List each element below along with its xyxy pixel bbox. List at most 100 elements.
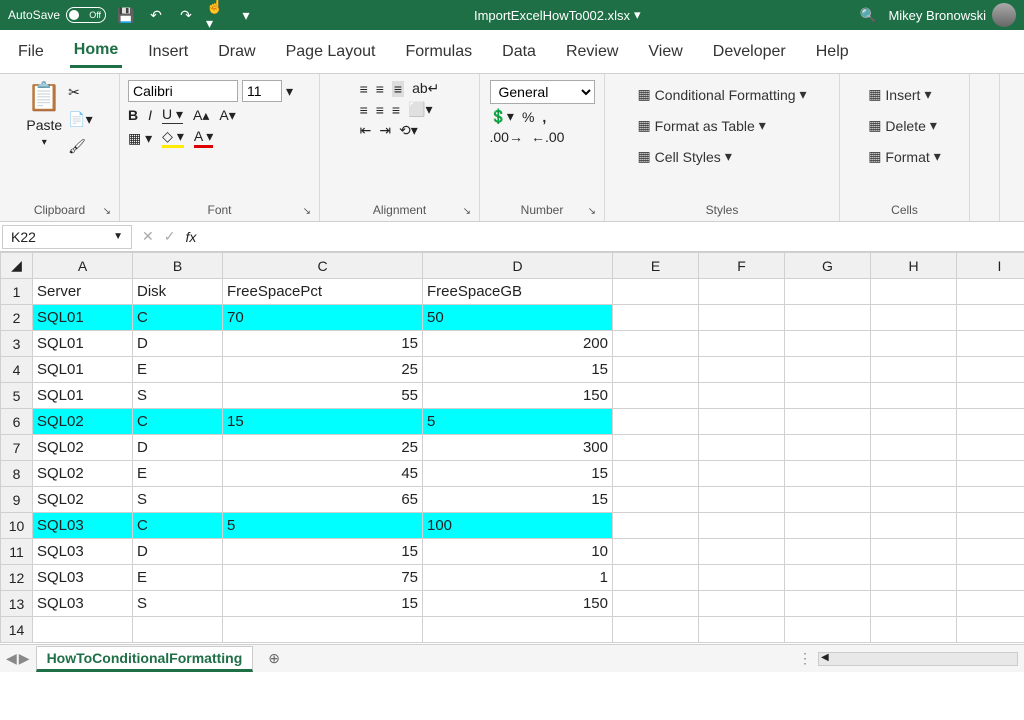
- redo-icon[interactable]: ↷: [176, 5, 196, 25]
- cell[interactable]: SQL01: [33, 331, 133, 357]
- cell[interactable]: [871, 513, 957, 539]
- cell[interactable]: [957, 357, 1024, 383]
- cell[interactable]: S: [133, 487, 223, 513]
- cell[interactable]: 300: [423, 435, 613, 461]
- cell[interactable]: [957, 539, 1024, 565]
- col-header[interactable]: G: [785, 253, 871, 279]
- cell[interactable]: 1: [423, 565, 613, 591]
- cell[interactable]: C: [133, 409, 223, 435]
- tab-scroll-options[interactable]: ⋮: [798, 650, 812, 667]
- cell[interactable]: [699, 435, 785, 461]
- cell[interactable]: 15: [223, 409, 423, 435]
- cell[interactable]: 15: [423, 461, 613, 487]
- row-header[interactable]: 5: [1, 383, 33, 409]
- cell[interactable]: [699, 591, 785, 617]
- cell[interactable]: [785, 435, 871, 461]
- align-center-icon[interactable]: ≡: [376, 102, 384, 118]
- col-header[interactable]: H: [871, 253, 957, 279]
- cell[interactable]: [957, 383, 1024, 409]
- decrease-decimal-icon[interactable]: ←.00: [531, 129, 564, 145]
- cell[interactable]: [133, 617, 223, 643]
- cell[interactable]: E: [133, 357, 223, 383]
- cell[interactable]: [423, 617, 613, 643]
- cell[interactable]: [957, 435, 1024, 461]
- orientation-button[interactable]: ⟲▾: [399, 122, 418, 139]
- cell[interactable]: [699, 305, 785, 331]
- cell[interactable]: 15: [223, 591, 423, 617]
- name-box[interactable]: K22▼: [2, 225, 132, 249]
- cell[interactable]: [613, 435, 699, 461]
- cell[interactable]: [871, 487, 957, 513]
- borders-button[interactable]: ▦ ▾: [128, 130, 152, 147]
- cell[interactable]: [871, 357, 957, 383]
- grid[interactable]: ◢ A B C D E F G H I 1 Server Disk FreeSp…: [0, 252, 1024, 643]
- cell[interactable]: [785, 279, 871, 305]
- cell[interactable]: 15: [223, 331, 423, 357]
- decrease-font-icon[interactable]: A▾: [219, 107, 235, 124]
- cell[interactable]: [613, 357, 699, 383]
- cell[interactable]: 100: [423, 513, 613, 539]
- cell[interactable]: [785, 591, 871, 617]
- increase-decimal-icon[interactable]: .00→: [490, 129, 523, 145]
- fill-color-button[interactable]: ◇ ▾: [162, 128, 184, 148]
- cell[interactable]: [699, 409, 785, 435]
- merge-center-button[interactable]: ⬜▾: [408, 101, 432, 118]
- cell[interactable]: [871, 617, 957, 643]
- row-header[interactable]: 4: [1, 357, 33, 383]
- cell[interactable]: [871, 383, 957, 409]
- paste-icon[interactable]: 📋: [27, 80, 62, 113]
- cell[interactable]: [957, 409, 1024, 435]
- tab-insert[interactable]: Insert: [144, 37, 192, 67]
- col-header[interactable]: A: [33, 253, 133, 279]
- cell[interactable]: [613, 539, 699, 565]
- tab-formulas[interactable]: Formulas: [401, 37, 476, 67]
- cell[interactable]: 10: [423, 539, 613, 565]
- paste-button[interactable]: Paste: [26, 117, 62, 133]
- sheet-nav-prev[interactable]: ◀: [6, 650, 17, 667]
- number-dialog-icon[interactable]: ↘: [588, 206, 596, 217]
- cell[interactable]: [871, 279, 957, 305]
- cell[interactable]: [613, 513, 699, 539]
- cell[interactable]: [871, 435, 957, 461]
- row-header[interactable]: 1: [1, 279, 33, 305]
- cell[interactable]: [613, 617, 699, 643]
- cell[interactable]: C: [133, 305, 223, 331]
- tab-data[interactable]: Data: [498, 37, 540, 67]
- number-format-select[interactable]: General: [490, 80, 595, 104]
- cell[interactable]: 15: [423, 357, 613, 383]
- tab-developer[interactable]: Developer: [709, 37, 790, 67]
- cell[interactable]: [957, 279, 1024, 305]
- cell[interactable]: SQL01: [33, 383, 133, 409]
- conditional-formatting-button[interactable]: ▦Conditional Formatting ▾: [633, 84, 810, 105]
- copy-icon[interactable]: 📄▾: [68, 111, 92, 128]
- cell[interactable]: [957, 591, 1024, 617]
- font-name-input[interactable]: [128, 80, 238, 102]
- font-dialog-icon[interactable]: ↘: [303, 206, 311, 217]
- delete-button[interactable]: ▦Delete ▾: [864, 115, 941, 136]
- cell[interactable]: [957, 617, 1024, 643]
- cell[interactable]: [613, 487, 699, 513]
- align-left-icon[interactable]: ≡: [360, 102, 368, 118]
- col-header[interactable]: D: [423, 253, 613, 279]
- cell[interactable]: [785, 617, 871, 643]
- cell[interactable]: E: [133, 565, 223, 591]
- cell[interactable]: 25: [223, 357, 423, 383]
- accounting-format-icon[interactable]: 💲▾: [490, 108, 514, 125]
- cell-styles-button[interactable]: ▦Cell Styles ▾: [633, 146, 735, 167]
- cell[interactable]: Server: [33, 279, 133, 305]
- cell[interactable]: 75: [223, 565, 423, 591]
- row-header[interactable]: 14: [1, 617, 33, 643]
- row-header[interactable]: 13: [1, 591, 33, 617]
- chevron-down-icon[interactable]: ▼: [113, 231, 123, 242]
- tab-home[interactable]: Home: [70, 35, 122, 68]
- cell[interactable]: [785, 357, 871, 383]
- cell[interactable]: [785, 513, 871, 539]
- cell[interactable]: [613, 331, 699, 357]
- cell[interactable]: SQL03: [33, 565, 133, 591]
- cell[interactable]: [957, 565, 1024, 591]
- select-all-corner[interactable]: ◢: [1, 253, 33, 279]
- row-header[interactable]: 7: [1, 435, 33, 461]
- insert-button[interactable]: ▦Insert ▾: [864, 84, 935, 105]
- tab-review[interactable]: Review: [562, 37, 622, 67]
- increase-indent-icon[interactable]: ⇥: [379, 122, 391, 139]
